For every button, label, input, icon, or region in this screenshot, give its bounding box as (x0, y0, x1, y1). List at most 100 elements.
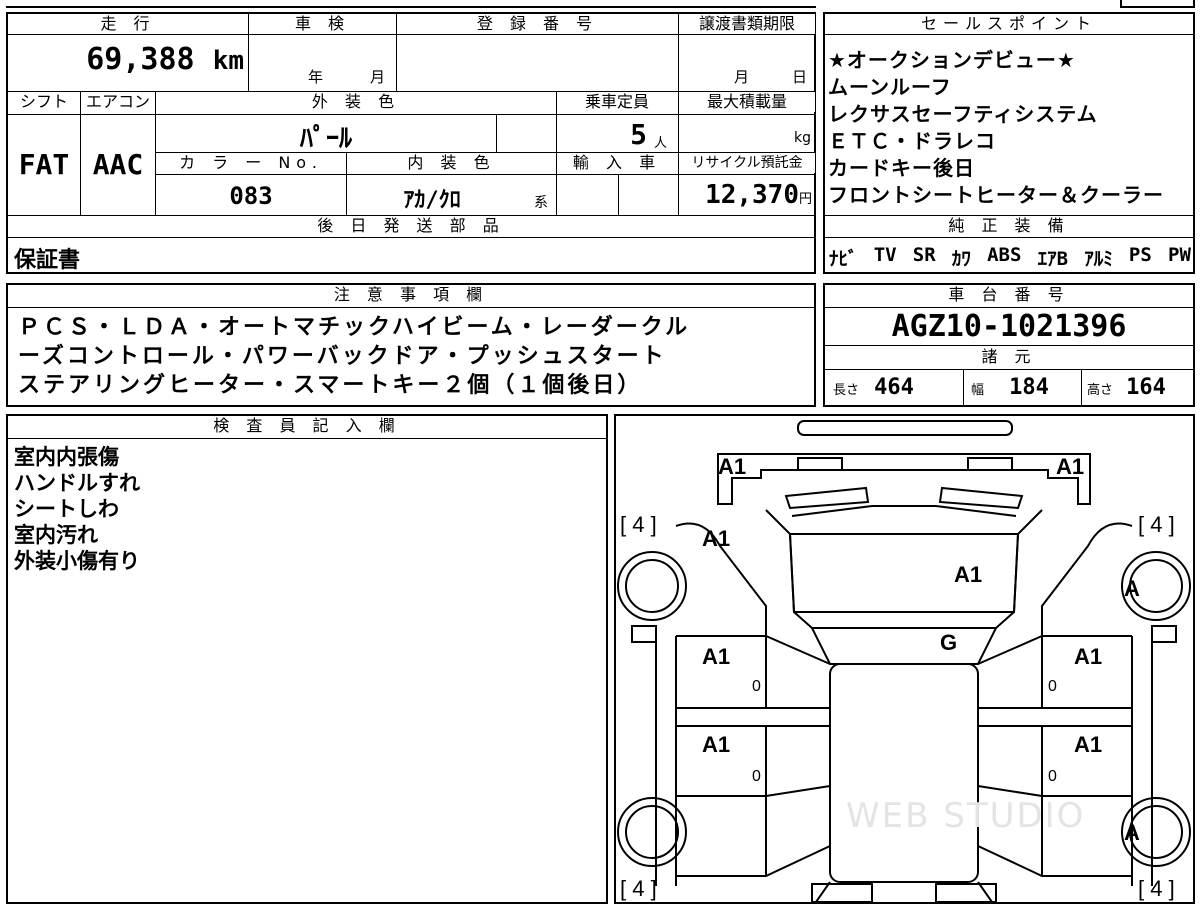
mileage-unit: km (212, 46, 244, 76)
later-parts-value: 保証書 (14, 248, 81, 273)
spec-length: 長さ 464 (833, 375, 914, 400)
color-no-value: 083 (229, 182, 273, 210)
equipment-item: ｶﾜ (951, 248, 971, 270)
aircon-value: AAC (92, 148, 144, 181)
deadline-month: 月 (734, 68, 750, 86)
mark-right-rear-door: A1 (1074, 732, 1103, 757)
interior-color-value: ｱｶ/ｸﾛ (403, 188, 461, 213)
equipment-item: PS (1128, 244, 1152, 266)
inspection-year: 年 (308, 68, 324, 86)
notes-line: ＰＣＳ・ＬＤＡ・オートマチックハイビーム・レーダークル (18, 315, 691, 340)
notes-box: 注 意 事 項 欄 ＰＣＳ・ＬＤＡ・オートマチックハイビーム・レーダークル ーズ… (6, 283, 816, 407)
notes-line: ステアリングヒーター・スマートキー２個（１個後日） (18, 373, 643, 398)
interior-color-suffix: 系 (534, 195, 548, 211)
specs-header: 諸 元 (825, 347, 1193, 367)
inspector-line: 外装小傷有り (14, 549, 140, 573)
equipment-item: ﾅﾋﾞ (829, 248, 858, 270)
mark-left-rear-door: A1 (702, 732, 731, 757)
import-header: 輸 入 車 (557, 153, 677, 173)
recycle-header: リサイクル預託金 (679, 153, 815, 173)
tire-front-right: [ 4 ] (1138, 512, 1175, 537)
inspection-month: 月 (370, 68, 386, 86)
max-load-header: 最大積載量 (679, 92, 815, 112)
equipment-item: PW (1168, 244, 1191, 266)
inspector-header: 検 査 員 記 入 欄 (8, 416, 606, 436)
chassis-number: AGZ10-1021396 (891, 309, 1127, 344)
vehicle-info-table: 走 行 車 検 登 録 番 号 譲渡書類期限 69,388 km 年 月 月 日… (6, 12, 816, 274)
equipment-item: ABS (987, 244, 1022, 266)
shift-header: シフト (8, 92, 80, 112)
notes-header: 注 意 事 項 欄 (8, 285, 814, 305)
tire-front-left: [ 4 ] (620, 512, 657, 537)
mark-left-fender: A1 (702, 526, 731, 551)
notes-line: ーズコントロール・パワーバックドア・プッシュスタート (18, 344, 667, 369)
later-parts-header: 後 日 発 送 部 品 (8, 216, 814, 236)
inspector-line: 室内汚れ (14, 523, 98, 547)
sales-points-header: セールスポイント (825, 14, 1193, 34)
mark-hood: A1 (954, 562, 983, 587)
mark-right-front-door: A1 (1074, 644, 1103, 669)
chassis-header: 車 台 番 号 (825, 285, 1193, 305)
spec-height-label: 高さ (1087, 383, 1114, 398)
equipment-list: ﾅﾋﾞ TV SR ｶﾜ ABS ｴｱB ｱﾙﾐ PS PW (829, 244, 1191, 271)
recycle-number: 12,370 (705, 180, 799, 210)
watermark: WEB STUDIO (846, 796, 1086, 836)
mileage-value: 69,388 km (8, 42, 244, 77)
equipment-item: ｱﾙﾐ (1084, 248, 1113, 270)
notes-text: ＰＣＳ・ＬＤＡ・オートマチックハイビーム・レーダークル ーズコントロール・パワー… (18, 313, 690, 400)
equipment-item: SR (912, 244, 936, 266)
sales-point-line: ムーンルーフ (828, 75, 952, 99)
inspector-line: シートしわ (14, 497, 119, 521)
top-strip (6, 0, 816, 8)
sales-points-box: セールスポイント ★オークションデビュー★ ムーンルーフ レクサスセーフティシス… (823, 12, 1195, 274)
mark-front-left: A1 (718, 454, 747, 479)
inspector-line: 室内内張傷 (14, 445, 119, 469)
spec-width: 幅 184 (971, 375, 1049, 400)
sales-point-line: カードキー後日 (828, 156, 975, 180)
spec-width-value: 184 (1009, 375, 1049, 400)
sales-point-line: レクサスセーフティシステム (828, 102, 1098, 126)
mark-right-front-wheel: A (1124, 576, 1140, 601)
interior-color-header: 内 装 色 (347, 153, 556, 173)
sales-point-line: ＥＴＣ・ドラレコ (828, 129, 996, 153)
mark-glass: G (940, 630, 958, 655)
door-zero-mark: 0 (752, 678, 761, 695)
tire-rear-right: [ 4 ] (1138, 876, 1175, 901)
mileage-header: 走 行 (8, 14, 248, 34)
spec-length-value: 464 (874, 375, 914, 400)
equipment-item: ｴｱB (1037, 248, 1069, 270)
spec-length-label: 長さ (833, 383, 860, 398)
inspection-header: 車 検 (249, 14, 396, 34)
equipment-item: TV (873, 244, 897, 266)
exterior-color-value: ﾊﾟｰﾙ (299, 124, 352, 154)
color-no-header: カ ラ ー No. (156, 153, 346, 173)
door-zero-mark: 0 (1048, 678, 1057, 695)
inspector-line: ハンドルすれ (14, 471, 140, 495)
inspector-notes: 室内内張傷 ハンドルすれ シートしわ 室内汚れ 外装小傷有り (14, 444, 140, 574)
transfer-deadline-header: 譲渡書類期限 (679, 14, 815, 34)
capacity-header: 乗車定員 (557, 92, 677, 112)
sales-point-line: フロントシートヒーター＆クーラー (828, 183, 1164, 207)
recycle-unit: 円 (798, 192, 812, 207)
mark-right-rear-wheel: A (1124, 820, 1140, 845)
max-load-unit: kg (794, 130, 811, 146)
mileage-number: 69,388 (86, 42, 195, 77)
mark-left-front-door: A1 (702, 644, 731, 669)
door-zero-mark: 0 (752, 768, 761, 785)
aircon-header: エアコン (81, 92, 155, 112)
capacity-value: 5 (630, 118, 647, 151)
registration-header: 登 録 番 号 (397, 14, 678, 34)
exterior-color-header: 外 装 色 (156, 92, 556, 112)
chassis-box: 車 台 番 号 AGZ10-1021396 諸 元 長さ 464 幅 184 高… (823, 283, 1195, 407)
mark-front-right: A1 (1056, 454, 1085, 479)
door-zero-mark: 0 (1048, 768, 1057, 785)
spec-width-label: 幅 (971, 383, 985, 398)
inspector-box: 検 査 員 記 入 欄 室内内張傷 ハンドルすれ シートしわ 室内汚れ 外装小傷… (6, 414, 608, 904)
tire-rear-left: [ 4 ] (620, 876, 657, 901)
equipment-header: 純 正 装 備 (825, 216, 1193, 236)
sales-points-list: ★オークションデビュー★ ムーンルーフ レクサスセーフティシステム ＥＴＣ・ドラ… (828, 47, 1164, 209)
damage-diagram-box: A1 A1 A1 A1 G A1 A1 A1 A1 A A [ 4 ] [ 4 … (614, 414, 1195, 904)
recycle-value: 12,370円 (679, 180, 812, 210)
capacity-unit: 人 (654, 136, 668, 151)
spec-height: 高さ 164 (1087, 375, 1166, 400)
